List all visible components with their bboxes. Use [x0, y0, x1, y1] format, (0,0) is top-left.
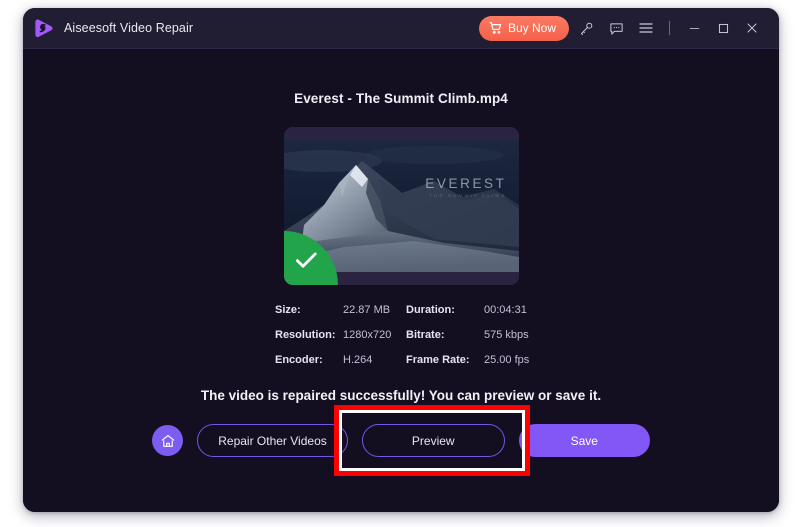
success-message: The video is repaired successfully! You …: [200, 388, 602, 403]
detail-key-encoder: Encoder:: [275, 354, 323, 366]
detail-value-resolution: 1280x720: [343, 329, 392, 341]
video-details-grid: Size: 22.87 MB Duration: 00:04:31 Resolu…: [275, 304, 530, 366]
file-name-label: Everest - The Summit Climb.mp4: [294, 91, 508, 106]
main-content: Everest - The Summit Climb.mp4 EVEREST T…: [23, 49, 779, 512]
video-thumbnail[interactable]: EVEREST THE SUMMIT CLIMB: [283, 127, 519, 285]
app-title: Aiseesoft Video Repair: [64, 21, 194, 35]
minimize-icon[interactable]: [681, 15, 707, 41]
detail-value-duration: 00:04:31: [484, 304, 527, 316]
maximize-icon[interactable]: [710, 15, 736, 41]
chat-bubble-icon[interactable]: [603, 15, 629, 41]
detail-value-frame-rate: 25.00 fps: [484, 354, 530, 366]
detail-value-bitrate: 575 kbps: [484, 329, 529, 341]
hamburger-menu-icon[interactable]: [633, 15, 659, 41]
close-icon[interactable]: [739, 15, 765, 41]
title-bar: Aiseesoft Video Repair Buy Now: [23, 8, 779, 49]
detail-key-duration: Duration:: [406, 304, 455, 316]
preview-button-container: Preview: [333, 405, 530, 476]
detail-key-frame-rate: Frame Rate:: [406, 354, 470, 366]
action-bar: Repair Other Videos Preview Save: [152, 405, 650, 476]
repair-other-videos-button[interactable]: Repair Other Videos: [197, 424, 348, 457]
app-window: Aiseesoft Video Repair Buy Now Everest -…: [23, 8, 779, 512]
home-button[interactable]: [152, 425, 184, 456]
save-button[interactable]: Save: [518, 424, 650, 457]
detail-key-size: Size:: [275, 304, 301, 316]
buy-now-label: Buy Now: [507, 21, 556, 35]
home-icon: [160, 433, 176, 449]
key-icon[interactable]: [573, 15, 599, 41]
detail-key-resolution: Resolution:: [275, 329, 336, 341]
shopping-cart-icon: [489, 21, 503, 35]
titlebar-divider: [669, 21, 670, 35]
brand: Aiseesoft Video Repair: [33, 17, 193, 39]
detail-value-encoder: H.264: [343, 354, 373, 366]
buy-now-button[interactable]: Buy Now: [478, 15, 569, 41]
detail-key-bitrate: Bitrate:: [406, 329, 445, 341]
preview-button[interactable]: Preview: [361, 424, 505, 457]
aiseesoft-play-logo-icon: [33, 17, 55, 39]
detail-value-size: 22.87 MB: [343, 304, 391, 316]
